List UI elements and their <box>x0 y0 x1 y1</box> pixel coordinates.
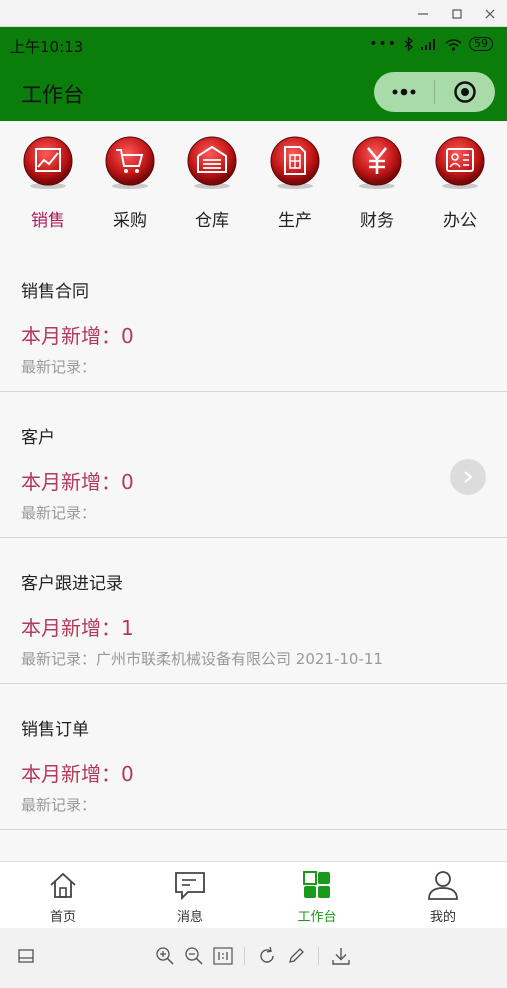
nav-header: 工作台 <box>0 61 507 121</box>
zoom-out-icon[interactable] <box>182 944 206 968</box>
minimize-icon[interactable] <box>406 0 440 27</box>
category-label: 销售 <box>31 211 65 231</box>
card-latest-record: 最新记录： <box>21 358 97 376</box>
tab-label: 首页 <box>49 910 76 925</box>
close-mini-program-button[interactable] <box>435 72 495 112</box>
card-monthly-new: 本月新增：0 <box>21 762 134 786</box>
tab-label: 消息 <box>176 910 203 925</box>
category-label: 生产 <box>278 211 312 231</box>
cart-icon <box>105 136 155 189</box>
page-title: 工作台 <box>21 83 84 107</box>
layout-toggle-icon[interactable] <box>14 944 38 968</box>
category-production[interactable]: 生产 <box>260 136 330 231</box>
chart-icon <box>23 136 73 189</box>
rotate-icon[interactable] <box>255 944 279 968</box>
tab-label: 我的 <box>429 910 456 925</box>
card-monthly-new: 本月新增：1 <box>21 616 134 640</box>
card-title: 销售订单 <box>21 720 89 740</box>
workbench-icon <box>303 871 330 898</box>
warehouse-icon <box>187 136 237 189</box>
target-close-icon <box>454 81 476 103</box>
simulator-toolbar <box>0 928 507 988</box>
yen-icon <box>352 136 402 189</box>
window-title-bar <box>0 0 507 27</box>
toolbar-divider <box>244 947 245 965</box>
category-warehouse[interactable]: 仓库 <box>177 136 247 231</box>
category-row: 销售 采购 仓库 生产 财务 办公 <box>0 121 507 242</box>
status-bar: 上午10:13 ••• 59 <box>0 27 507 61</box>
tab-home[interactable]: 首页 <box>23 870 103 925</box>
bluetooth-icon <box>404 37 413 51</box>
card-sales-order[interactable]: 销售订单 本月新增：0 最新记录： <box>0 684 507 830</box>
category-purchase[interactable]: 采购 <box>95 136 165 231</box>
card-title: 客户 <box>21 428 55 448</box>
category-label: 财务 <box>360 211 394 231</box>
category-finance[interactable]: 财务 <box>342 136 412 231</box>
message-icon <box>175 872 205 901</box>
mini-program-capsule <box>374 72 495 112</box>
card-title: 销售合同 <box>21 282 89 302</box>
zoom-in-icon[interactable] <box>153 944 177 968</box>
category-label: 办公 <box>443 211 477 231</box>
tab-profile[interactable]: 我的 <box>403 870 483 925</box>
maximize-icon[interactable] <box>440 0 474 27</box>
main-content: 销售 采购 仓库 生产 财务 办公 销售合同 本月新增：0 最新记录： 客户 本… <box>0 121 507 861</box>
home-icon <box>50 872 76 898</box>
category-office[interactable]: 办公 <box>425 136 495 231</box>
tab-workbench[interactable]: 工作台 <box>277 870 357 925</box>
card-sales-contract[interactable]: 销售合同 本月新增：0 最新记录： <box>0 246 507 392</box>
document-icon <box>270 136 320 189</box>
download-icon[interactable] <box>329 944 353 968</box>
card-customer-followup[interactable]: 客户跟进记录 本月新增：1 最新记录：广州市联柔机械设备有限公司 2021-10… <box>0 538 507 684</box>
chevron-right-icon <box>464 471 473 483</box>
more-dots-icon: ••• <box>369 36 397 52</box>
battery-level: 59 <box>469 37 493 51</box>
status-indicators: ••• 59 <box>369 36 493 52</box>
wifi-icon <box>445 38 462 51</box>
category-label: 仓库 <box>195 211 229 231</box>
card-latest-record: 最新记录： <box>21 796 97 814</box>
category-label: 采购 <box>113 211 147 231</box>
card-latest-record: 最新记录： <box>21 504 97 522</box>
edit-pencil-icon[interactable] <box>284 944 308 968</box>
status-time: 上午10:13 <box>10 38 84 56</box>
bottom-tab-bar: 首页 消息 工作台 我的 <box>0 861 507 928</box>
user-icon <box>428 871 458 900</box>
next-arrow-button[interactable] <box>450 459 486 495</box>
more-menu-button[interactable] <box>374 72 434 112</box>
card-monthly-new: 本月新增：0 <box>21 470 134 494</box>
card-customer[interactable]: 客户 本月新增：0 最新记录： <box>0 392 507 538</box>
category-sales[interactable]: 销售 <box>13 136 83 231</box>
card-latest-record: 最新记录：广州市联柔机械设备有限公司 2021-10-11 <box>21 650 383 668</box>
signal-icon <box>421 38 435 50</box>
more-dots-icon <box>392 88 416 96</box>
tab-messages[interactable]: 消息 <box>150 870 230 925</box>
card-title: 客户跟进记录 <box>21 574 123 594</box>
actual-size-icon[interactable] <box>211 944 235 968</box>
card-monthly-new: 本月新增：0 <box>21 324 134 348</box>
office-icon <box>435 136 485 189</box>
close-icon[interactable] <box>473 0 507 27</box>
toolbar-divider <box>318 947 319 965</box>
tab-label: 工作台 <box>297 910 337 925</box>
